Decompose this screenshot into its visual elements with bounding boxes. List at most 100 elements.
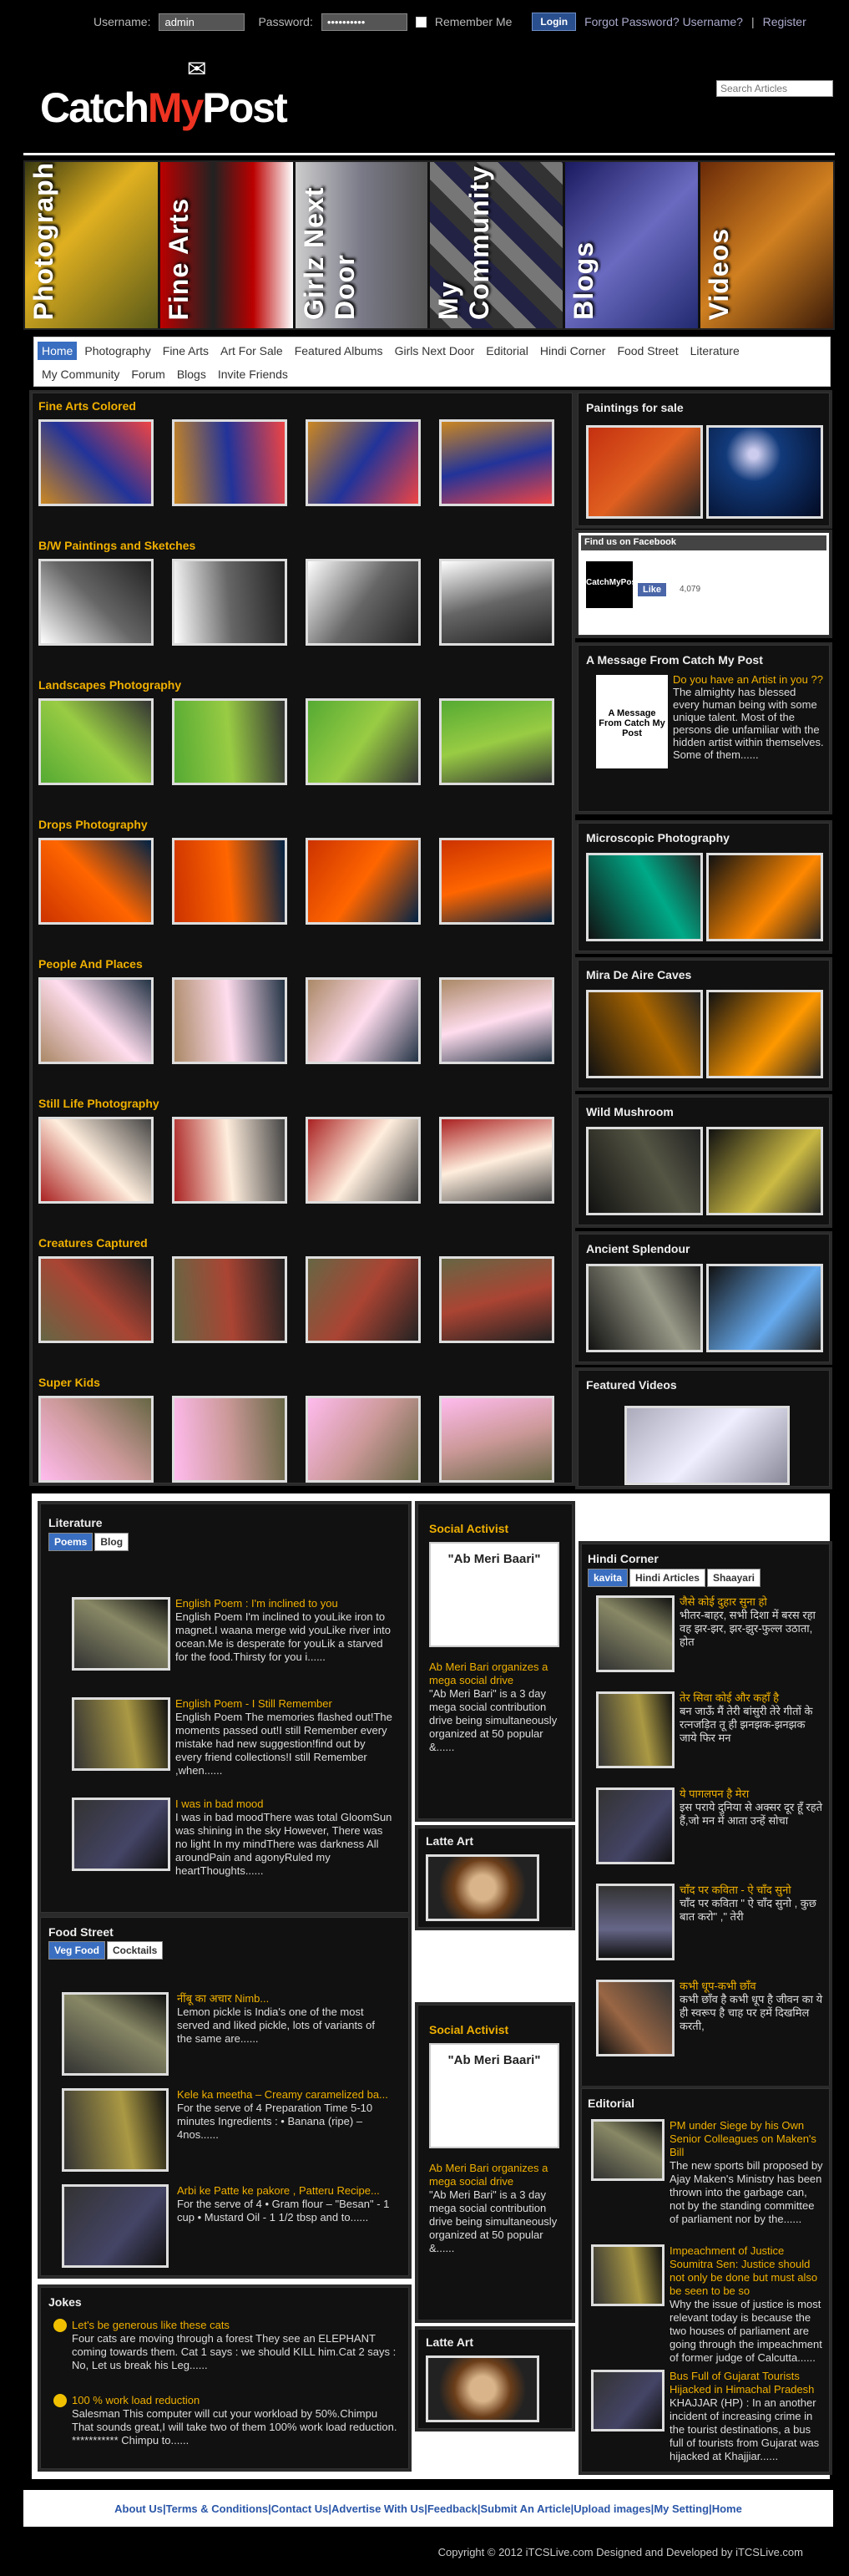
tab-hindi-articles[interactable]: Hindi Articles — [629, 1569, 705, 1587]
gallery-thumb[interactable] — [306, 559, 421, 646]
banner-photography[interactable]: Photography — [25, 162, 158, 328]
nav-featured-albums[interactable]: Featured Albums — [291, 342, 387, 360]
hindi-thumb[interactable] — [596, 1884, 675, 1960]
nav-food-street[interactable]: Food Street — [613, 342, 682, 360]
album-thumb[interactable] — [706, 1264, 823, 1352]
banner-blogs[interactable]: Blogs — [565, 162, 699, 328]
username-input[interactable] — [159, 13, 245, 31]
gallery-thumb[interactable] — [38, 1256, 154, 1343]
gallery-thumb[interactable] — [306, 1396, 421, 1483]
remember-checkbox[interactable] — [415, 16, 427, 28]
nav-editorial[interactable]: Editorial — [482, 342, 533, 360]
hindi-headline[interactable]: चाँद पर कविता - ऐ चाँद सुनो — [680, 1884, 791, 1896]
album-thumb[interactable] — [586, 1264, 703, 1352]
gallery-thumb[interactable] — [38, 698, 154, 785]
literature-headline[interactable]: English Poem - I Still Remember — [175, 1697, 332, 1710]
search-input[interactable] — [716, 80, 833, 97]
footer-link[interactable]: Upload images — [574, 2502, 650, 2515]
album-thumb[interactable] — [586, 853, 703, 941]
hindi-thumb[interactable] — [596, 1980, 675, 2056]
facebook-like-button[interactable]: Like — [638, 583, 667, 596]
tab-blog[interactable]: Blog — [94, 1533, 129, 1551]
editorial-thumb[interactable] — [591, 2244, 665, 2306]
register-link[interactable]: Register — [763, 15, 806, 28]
nav-girls-next-door[interactable]: Girls Next Door — [391, 342, 479, 360]
message-headline[interactable]: Do you have an Artist in you ?? — [673, 673, 823, 686]
gallery-thumb[interactable] — [172, 698, 287, 785]
footer-link[interactable]: Home — [712, 2502, 742, 2515]
message-item[interactable]: Do you have an Artist in you ?? The almig… — [673, 673, 825, 761]
social-item[interactable]: Ab Meri Bari organizes a mega social dri… — [429, 1661, 566, 1811]
latte-thumb[interactable] — [426, 2355, 539, 2422]
nav-forum[interactable]: Forum — [127, 365, 169, 383]
login-button[interactable]: Login — [532, 13, 577, 31]
gallery-thumb[interactable] — [439, 977, 554, 1064]
nav-hindi-corner[interactable]: Hindi Corner — [536, 342, 610, 360]
literature-headline[interactable]: English Poem : I'm inclined to you — [175, 1597, 338, 1610]
food-item[interactable]: Arbi ke Patte ke pakore , Patteru Recipe… — [177, 2184, 392, 2275]
social-headline[interactable]: Ab Meri Bari organizes a mega social dri… — [429, 1661, 548, 1686]
food-thumb[interactable] — [62, 2088, 169, 2172]
gallery-thumb[interactable] — [306, 977, 421, 1064]
gallery-thumb[interactable] — [172, 977, 287, 1064]
hindi-headline[interactable]: ये पागलपन है मेरा — [680, 1787, 749, 1800]
food-item[interactable]: Kele ka meetha – Creamy caramelized ba..… — [177, 2088, 392, 2179]
gallery-thumb[interactable] — [172, 1396, 287, 1483]
album-thumb[interactable] — [706, 990, 823, 1078]
gallery-thumb[interactable] — [439, 559, 554, 646]
latte-thumb[interactable] — [426, 1854, 539, 1921]
editorial-item[interactable]: Bus Full of Gujarat Tourists Hijacked in… — [670, 2370, 825, 2490]
banner-girlz-next-door[interactable]: Girlz Next Door — [295, 162, 428, 328]
hindi-item[interactable]: जैसे कोई दुहार सुना हो भीतर-बाहर, सभी दिश… — [680, 1595, 823, 1686]
literature-thumb[interactable] — [72, 1597, 170, 1671]
tab-kavita[interactable]: kavita — [588, 1569, 629, 1587]
album-thumb[interactable] — [586, 1127, 703, 1215]
editorial-thumb[interactable] — [591, 2119, 665, 2181]
editorial-item[interactable]: PM under Siege by his Own Senior Colleag… — [670, 2119, 825, 2239]
joke-headline[interactable]: 100 % work load reduction — [72, 2394, 200, 2406]
banner-my-community[interactable]: My Community — [430, 162, 563, 328]
site-logo[interactable]: ✉ CatchMyPost — [37, 48, 288, 147]
nav-my-community[interactable]: My Community — [38, 365, 124, 383]
hindi-headline[interactable]: कभी धूप-कभी छाँव — [680, 1980, 756, 1992]
nav-art-for-sale[interactable]: Art For Sale — [216, 342, 287, 360]
gallery-thumb[interactable] — [306, 1256, 421, 1343]
nav-invite-friends[interactable]: Invite Friends — [214, 365, 292, 383]
nav-photography[interactable]: Photography — [80, 342, 154, 360]
food-thumb[interactable] — [62, 1992, 169, 2076]
tab-poems[interactable]: Poems — [48, 1533, 93, 1551]
gallery-thumb[interactable] — [172, 419, 287, 506]
joke-item[interactable]: 100 % work load reduction Salesman This c… — [72, 2394, 402, 2464]
nav-fine-arts[interactable]: Fine Arts — [159, 342, 213, 360]
gallery-thumb[interactable] — [306, 838, 421, 925]
footer-link[interactable]: Submit An Article — [480, 2502, 570, 2515]
tab-shaayari[interactable]: Shaayari — [706, 1569, 761, 1587]
gallery-thumb[interactable] — [439, 838, 554, 925]
food-headline[interactable]: नींबू का अचार Nimb... — [177, 1992, 269, 2005]
gallery-thumb[interactable] — [38, 1396, 154, 1483]
food-headline[interactable]: Arbi ke Patte ke pakore , Patteru Recipe… — [177, 2184, 380, 2197]
gallery-thumb[interactable] — [439, 698, 554, 785]
literature-item[interactable]: I was in bad mood I was in bad moodThere … — [175, 1798, 394, 1893]
gallery-thumb[interactable] — [439, 1256, 554, 1343]
forgot-link[interactable]: Forgot Password? Username? — [584, 15, 743, 28]
literature-item[interactable]: English Poem - I Still Remember English P… — [175, 1697, 394, 1793]
joke-item[interactable]: Let's be generous like these cats Four ca… — [72, 2319, 402, 2389]
album-thumb[interactable] — [586, 990, 703, 1078]
footer-link[interactable]: My Setting — [654, 2502, 709, 2515]
footer-link[interactable]: Contact Us — [271, 2502, 329, 2515]
hindi-item[interactable]: कभी धूप-कभी छाँव कभी छाँव है कभी धूप है ज… — [680, 1980, 823, 2071]
hindi-thumb[interactable] — [596, 1595, 675, 1672]
social-logo[interactable]: "Ab Meri Baari" — [429, 2043, 559, 2148]
footer-link[interactable]: About Us — [114, 2502, 163, 2515]
literature-item[interactable]: English Poem : I'm inclined to you Englis… — [175, 1597, 394, 1692]
gallery-thumb[interactable] — [38, 419, 154, 506]
gallery-thumb[interactable] — [306, 698, 421, 785]
album-thumb[interactable] — [706, 1127, 823, 1215]
gallery-thumb[interactable] — [306, 1117, 421, 1204]
gallery-thumb[interactable] — [439, 1117, 554, 1204]
editorial-headline[interactable]: PM under Siege by his Own Senior Colleag… — [670, 2119, 816, 2158]
gallery-thumb[interactable] — [439, 1396, 554, 1483]
album-thumb[interactable] — [706, 853, 823, 941]
nav-blogs[interactable]: Blogs — [173, 365, 210, 383]
